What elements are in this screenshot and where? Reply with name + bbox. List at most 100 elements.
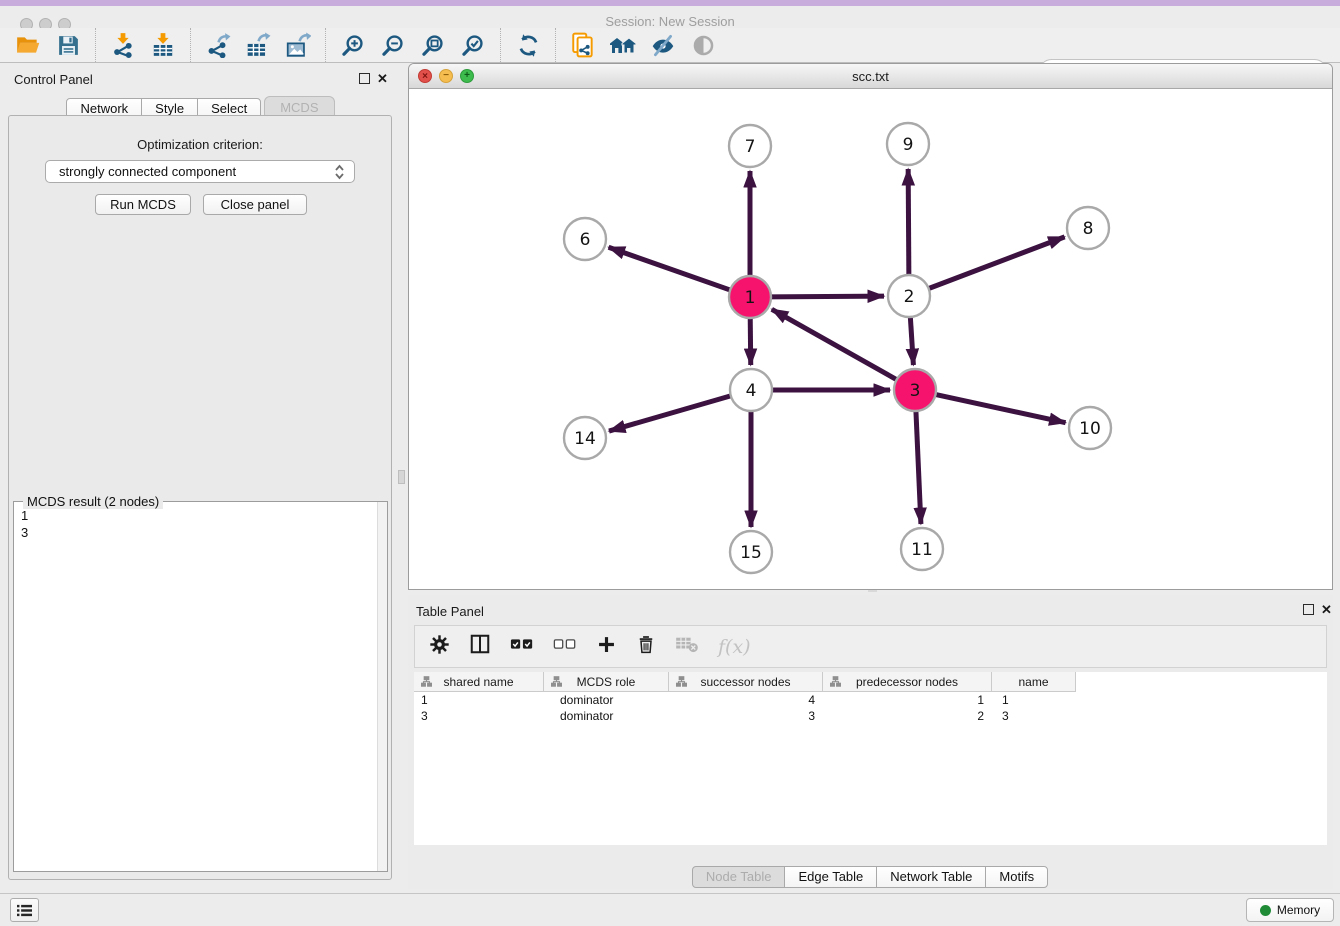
- close-table-panel-icon[interactable]: ✕: [1321, 604, 1332, 615]
- optimization-criterion-label: Optimization criterion:: [9, 137, 391, 152]
- clone-network-icon[interactable]: [567, 30, 599, 60]
- toolbar-separator: [325, 28, 326, 62]
- mcds-result-title: MCDS result (2 nodes): [23, 494, 163, 509]
- import-table-icon[interactable]: [147, 30, 179, 60]
- graph-node-label-3: 3: [910, 381, 921, 401]
- main-toolbar: [0, 28, 1340, 63]
- table-cell[interactable]: 2: [823, 709, 992, 723]
- show-hidden-icon[interactable]: [687, 30, 719, 60]
- table-row[interactable]: 3dominator323: [414, 708, 1327, 724]
- network-window-titlebar[interactable]: × − + scc.txt: [409, 64, 1332, 89]
- graph-node-label-14: 14: [574, 429, 596, 449]
- toolbar-separator: [190, 28, 191, 62]
- criterion-dropdown[interactable]: strongly connected component: [45, 160, 355, 183]
- table-cell[interactable]: 3: [414, 709, 544, 723]
- column-header-MCDS-role[interactable]: MCDS role: [544, 672, 669, 692]
- control-panel: Control Panel ✕ Network Style Select MCD…: [0, 63, 402, 891]
- column-header-shared-name[interactable]: shared name: [414, 672, 544, 692]
- graph-node-label-11: 11: [911, 540, 933, 560]
- save-session-icon[interactable]: [52, 30, 84, 60]
- tab-network-table[interactable]: Network Table: [876, 866, 986, 888]
- network-graph: 7968124314101511: [409, 89, 1332, 589]
- main-titlebar: Session: New Session: [0, 6, 1340, 28]
- toolbar-separator: [555, 28, 556, 62]
- show-column-icon[interactable]: [469, 633, 491, 660]
- table-cell[interactable]: 3: [669, 709, 823, 723]
- table-cell[interactable]: 1: [992, 693, 1076, 707]
- graph-node-label-15: 15: [740, 543, 762, 563]
- refresh-layout-icon[interactable]: [512, 30, 544, 60]
- table-cell[interactable]: 1: [414, 693, 544, 707]
- close-panel-icon[interactable]: ✕: [377, 73, 388, 84]
- tree-icon: [551, 676, 562, 690]
- table-panel: Table Panel ✕ f(x): [408, 595, 1333, 889]
- close-panel-button[interactable]: Close panel: [203, 194, 307, 215]
- delete-column-icon[interactable]: [636, 634, 656, 660]
- zoom-selected-icon[interactable]: [457, 30, 489, 60]
- fit-content-icon[interactable]: [417, 30, 449, 60]
- column-header-label: successor nodes: [700, 675, 790, 689]
- zoom-in-icon[interactable]: [337, 30, 369, 60]
- graph-node-label-7: 7: [745, 137, 756, 157]
- hide-selected-icon[interactable]: [647, 30, 679, 60]
- toolbar-separator: [500, 28, 501, 62]
- graph-node-label-2: 2: [904, 287, 915, 307]
- tab-edge-table[interactable]: Edge Table: [784, 866, 877, 888]
- network-canvas[interactable]: 7968124314101511: [409, 89, 1332, 589]
- run-mcds-button[interactable]: Run MCDS: [95, 194, 191, 215]
- vertical-splitter-handle[interactable]: [398, 470, 405, 484]
- memory-button[interactable]: Memory: [1246, 898, 1334, 922]
- graph-edge-2-8[interactable]: [927, 237, 1065, 289]
- node-table[interactable]: shared nameMCDS role successor nodes prede…: [414, 672, 1327, 845]
- column-header-label: name: [1018, 675, 1048, 689]
- deselect-all-icon[interactable]: [553, 636, 577, 657]
- float-table-panel-icon[interactable]: [1303, 604, 1314, 615]
- result-scrollbar[interactable]: [377, 502, 387, 871]
- column-header-predecessor-nodes[interactable]: predecessor nodes: [823, 672, 992, 692]
- import-network-icon[interactable]: [107, 30, 139, 60]
- column-header-name[interactable]: name: [992, 672, 1076, 692]
- delete-table-icon[interactable]: [675, 635, 699, 658]
- graph-edge-1-4[interactable]: [750, 316, 751, 365]
- first-neighbors-icon[interactable]: [607, 30, 639, 60]
- graph-edge-2-9[interactable]: [908, 169, 909, 277]
- mcds-result-group: MCDS result (2 nodes) 1 3: [13, 501, 388, 872]
- graph-edge-1-2[interactable]: [769, 296, 884, 297]
- graph-edge-2-3[interactable]: [910, 315, 913, 365]
- open-session-icon[interactable]: [12, 30, 44, 60]
- function-builder-icon[interactable]: f(x): [718, 636, 751, 658]
- graph-edge-3-10[interactable]: [934, 394, 1066, 423]
- tab-node-table[interactable]: Node Table: [692, 866, 786, 888]
- export-network-icon[interactable]: [202, 30, 234, 60]
- table-row[interactable]: 1dominator411: [414, 692, 1327, 708]
- memory-status-icon: [1260, 905, 1271, 916]
- table-cell[interactable]: dominator: [544, 709, 669, 723]
- table-settings-icon[interactable]: [429, 634, 450, 660]
- table-cell[interactable]: 1: [823, 693, 992, 707]
- graph-node-label-4: 4: [746, 381, 757, 401]
- table-header-row: shared nameMCDS role successor nodes prede…: [414, 672, 1327, 692]
- table-cell[interactable]: 3: [992, 709, 1076, 723]
- graph-node-label-9: 9: [903, 135, 914, 155]
- mcds-result-text[interactable]: 1 3: [21, 507, 28, 541]
- tab-motifs[interactable]: Motifs: [985, 866, 1048, 888]
- add-column-icon[interactable]: [596, 634, 617, 660]
- graph-node-label-6: 6: [580, 230, 591, 250]
- export-image-icon[interactable]: [282, 30, 314, 60]
- task-history-button[interactable]: [10, 898, 39, 922]
- graph-node-label-1: 1: [745, 288, 756, 308]
- table-cell[interactable]: dominator: [544, 693, 669, 707]
- graph-edge-1-6[interactable]: [609, 247, 732, 290]
- window-title: Session: New Session: [0, 14, 1340, 29]
- graph-edge-3-11[interactable]: [916, 409, 921, 524]
- column-header-successor-nodes[interactable]: successor nodes: [669, 672, 823, 692]
- float-panel-icon[interactable]: [359, 73, 370, 84]
- graph-edge-4-14[interactable]: [609, 395, 733, 431]
- select-all-icon[interactable]: [510, 636, 534, 657]
- table-cell[interactable]: 4: [669, 693, 823, 707]
- graph-edge-3-1[interactable]: [772, 309, 899, 380]
- export-table-icon[interactable]: [242, 30, 274, 60]
- table-tabs: Node Table Edge Table Network Table Moti…: [408, 866, 1333, 888]
- zoom-out-icon[interactable]: [377, 30, 409, 60]
- mcds-panel: Optimization criterion: strongly connect…: [8, 115, 392, 880]
